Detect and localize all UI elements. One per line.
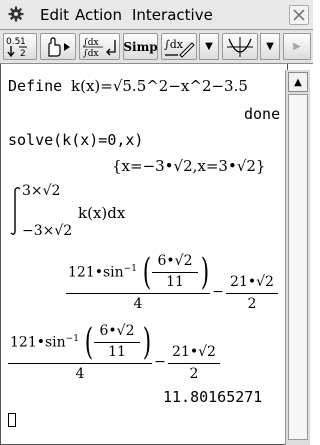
inverse-superscript: −1 <box>123 264 137 274</box>
menu-interactive[interactable]: Interactive <box>132 6 213 24</box>
fraction-decimal-icon: 0.5 1 2 <box>6 37 27 59</box>
left-paren: ( <box>84 322 94 363</box>
frac2b-bar <box>168 363 220 364</box>
integral-icon: ∫dx ∫dx <box>82 38 116 59</box>
right-paren: ) <box>142 322 152 363</box>
fraction-decimal-button[interactable]: 0.5 1 2 <box>3 33 37 60</box>
input-cursor[interactable] <box>8 413 16 427</box>
gear-icon[interactable] <box>8 6 24 22</box>
toolbar-next-button[interactable]: ▶ <box>283 33 311 60</box>
svg-text:2: 2 <box>20 49 26 59</box>
solve-result: {x=−3•√2,x=3•√2} <box>112 157 266 175</box>
close-icon <box>293 9 305 21</box>
frac2-bar <box>226 293 278 294</box>
chevron-down-icon: ▼ <box>266 41 274 52</box>
solve-command: solve(k(x)=0,x) <box>8 131 144 149</box>
menu-edit[interactable]: Edit <box>40 6 69 24</box>
svg-text:∫dx: ∫dx <box>164 38 184 51</box>
dropdown-button-1[interactable]: ▼ <box>199 33 219 60</box>
inner-fraction-bar <box>152 272 198 273</box>
menu-action[interactable]: Action <box>75 6 122 24</box>
decimal-result: 11.80165271 <box>163 388 263 406</box>
integral-pen-icon: ∫dx <box>164 38 195 58</box>
frac2b-denominator: 2 <box>189 366 199 382</box>
hand-pointer-icon <box>48 36 70 57</box>
inner-numerator-b: 6•√2 <box>99 323 135 339</box>
chevron-up-icon: ▲ <box>294 76 302 88</box>
integral-edit-button[interactable]: ∫dx <box>161 33 197 60</box>
frac1b-denominator: 4 <box>75 366 85 382</box>
frac1-bar <box>66 293 210 294</box>
dropdown-button-2[interactable]: ▼ <box>260 33 280 60</box>
integrand: k(x)dx <box>78 204 126 222</box>
integral-convert-button[interactable]: ∫dx ∫dx <box>79 33 120 60</box>
inner-fraction-bar-b <box>94 342 140 343</box>
left-paren: ( <box>142 252 152 293</box>
frac1-numerator-coef: 121•sin−1 <box>68 264 137 281</box>
frac1b-numerator-coef: 121•sin−1 <box>10 334 79 351</box>
inner-denominator: 11 <box>166 274 184 290</box>
scroll-up-button[interactable]: ▲ <box>288 72 308 92</box>
integral-lower-bound: −3×√2 <box>22 223 73 239</box>
define-label: Define <box>8 77 63 95</box>
fraction-button-top: 0.5 <box>6 37 20 47</box>
graph-icon <box>227 36 253 57</box>
svg-text:1: 1 <box>20 37 26 47</box>
svg-text:∫dx: ∫dx <box>83 49 99 59</box>
simp-button[interactable]: Simp <box>123 33 158 60</box>
frac1b-bar <box>8 363 152 364</box>
close-button[interactable] <box>289 5 309 25</box>
minus-sign: − <box>212 284 224 300</box>
menu-bar: Edit Action Interactive <box>0 0 313 30</box>
minus-sign-b: − <box>154 354 166 370</box>
inverse-superscript: −1 <box>65 334 79 344</box>
done-output: done <box>244 105 281 123</box>
define-expression: k(x)=√5.5^2−x^2−3.5 <box>71 77 248 95</box>
vertical-scrollbar[interactable]: ▲ <box>285 70 310 445</box>
svg-text:∫dx: ∫dx <box>83 38 99 48</box>
scroll-thumb[interactable] <box>288 94 308 440</box>
frac1-denominator: 4 <box>133 296 143 312</box>
inner-numerator: 6•√2 <box>157 253 193 269</box>
frac2b-numerator: 21•√2 <box>172 344 216 360</box>
define-command: Define <box>8 77 62 95</box>
toolbar: 0.5 1 2 ∫dx ∫dx Simp ∫dx ▼ ▼ ▶ <box>0 30 313 64</box>
inner-denominator-b: 11 <box>108 344 126 360</box>
right-paren: ) <box>200 252 210 293</box>
chevron-down-icon: ▼ <box>205 41 213 52</box>
chevron-right-icon: ▶ <box>293 41 301 52</box>
frac2-denominator: 2 <box>247 296 257 312</box>
frac2-numerator: 21•√2 <box>230 274 274 290</box>
graph-button[interactable] <box>222 33 258 60</box>
integral-upper-bound: 3×√2 <box>22 183 61 199</box>
hand-button[interactable] <box>40 33 76 60</box>
